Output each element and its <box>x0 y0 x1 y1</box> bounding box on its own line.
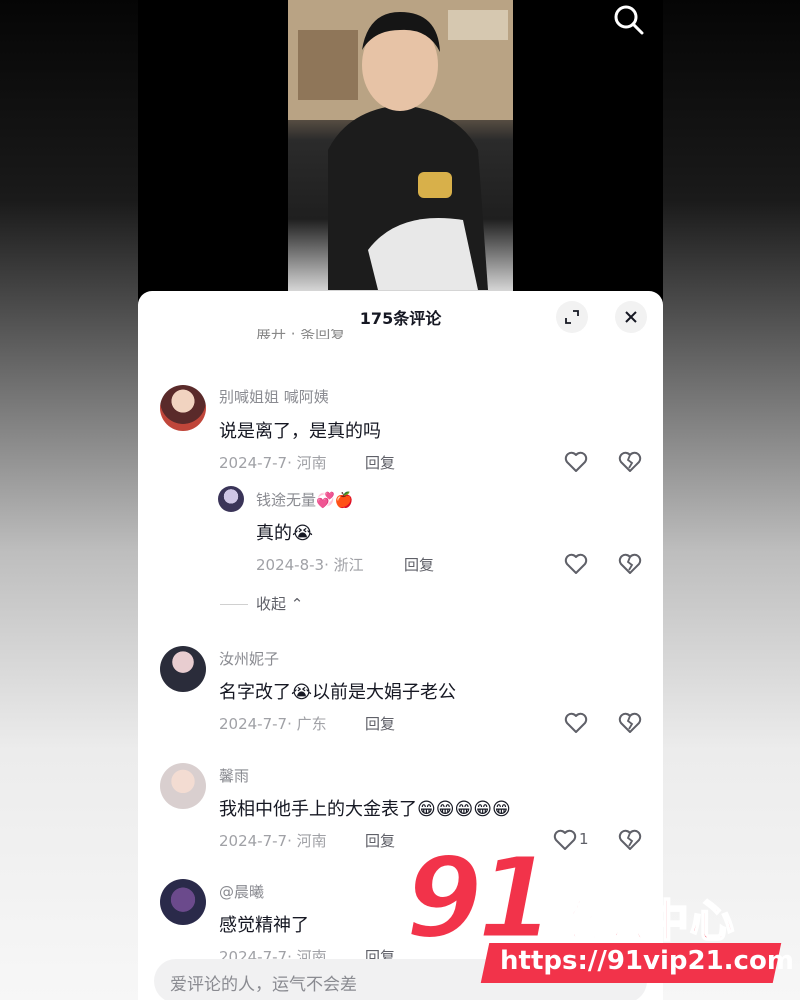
reply-button[interactable]: 回复 <box>365 452 395 473</box>
comment-text: 名字改了😭以前是大娟子老公 <box>219 682 457 703</box>
video-player[interactable] <box>138 0 663 300</box>
comment-meta: 2024-7-7· 广东 <box>219 715 327 733</box>
search-icon <box>614 5 644 35</box>
avatar[interactable] <box>160 879 206 925</box>
broken-heart-icon[interactable] <box>617 449 643 475</box>
reply-button[interactable]: 回复 <box>365 830 395 851</box>
person-illustration <box>288 0 513 290</box>
reply-meta: 2024-8-3· 浙江 <box>256 556 364 574</box>
divider-line <box>220 604 248 605</box>
comment-meta: 2024-7-7· 河南 <box>219 832 327 850</box>
comment-text: 我相中他手上的大金表了😁😁😁😁😁 <box>219 799 511 820</box>
comment-text: 感觉精神了 <box>219 915 309 936</box>
comment-input-placeholder: 爱评论的人，运气不会差 <box>170 975 357 995</box>
expand-icon <box>565 310 579 324</box>
avatar[interactable] <box>160 385 206 431</box>
close-button[interactable] <box>615 301 647 333</box>
watermark-url: https://91vip21.com <box>500 946 794 976</box>
watermark-number: 91 <box>404 834 557 964</box>
heart-icon[interactable] <box>563 710 589 736</box>
watermark-brand: 吃瓜中心 <box>554 895 735 948</box>
watermark-logo: 91 吃瓜中心 https://91vip21.com <box>404 834 795 993</box>
avatar[interactable] <box>160 763 206 809</box>
close-icon <box>625 311 637 323</box>
comment-username[interactable]: 馨雨 <box>219 765 249 786</box>
broken-heart-icon[interactable] <box>617 710 643 736</box>
comment-username[interactable]: 汝州妮子 <box>219 648 279 669</box>
collapse-replies-button[interactable]: 收起 ⌃ <box>220 593 303 614</box>
comment-username[interactable]: 别喊姐姐 喊阿姨 <box>219 386 329 407</box>
video-frame <box>288 0 513 292</box>
collapse-label: 收起 ⌃ <box>256 595 304 613</box>
reply-button[interactable]: 回复 <box>365 713 395 734</box>
avatar[interactable] <box>218 486 244 512</box>
heart-icon[interactable] <box>563 449 589 475</box>
comment-item: 汝州妮子 名字改了😭以前是大娟子老公 2024-7-7· 广东 回复 <box>138 646 663 746</box>
broken-heart-icon[interactable] <box>617 551 643 577</box>
comment-meta: 2024-7-7· 河南 <box>219 454 327 472</box>
reply-button[interactable]: 回复 <box>404 554 434 575</box>
reply-text: 真的😭 <box>256 523 314 544</box>
avatar[interactable] <box>160 646 206 692</box>
heart-icon[interactable] <box>563 551 589 577</box>
comment-text: 说是离了，是真的吗 <box>219 421 381 442</box>
search-button[interactable] <box>611 2 647 38</box>
reply-username[interactable]: 钱途无量💞🍎 <box>256 489 353 510</box>
comment-username[interactable]: @晨曦 <box>219 881 264 902</box>
cut-off-expand-text[interactable]: 展开 · 条回复 <box>256 329 345 339</box>
expand-button[interactable] <box>556 301 588 333</box>
reply-item: 钱途无量💞🍎 真的😭 2024-8-3· 浙江 回复 <box>138 486 663 581</box>
